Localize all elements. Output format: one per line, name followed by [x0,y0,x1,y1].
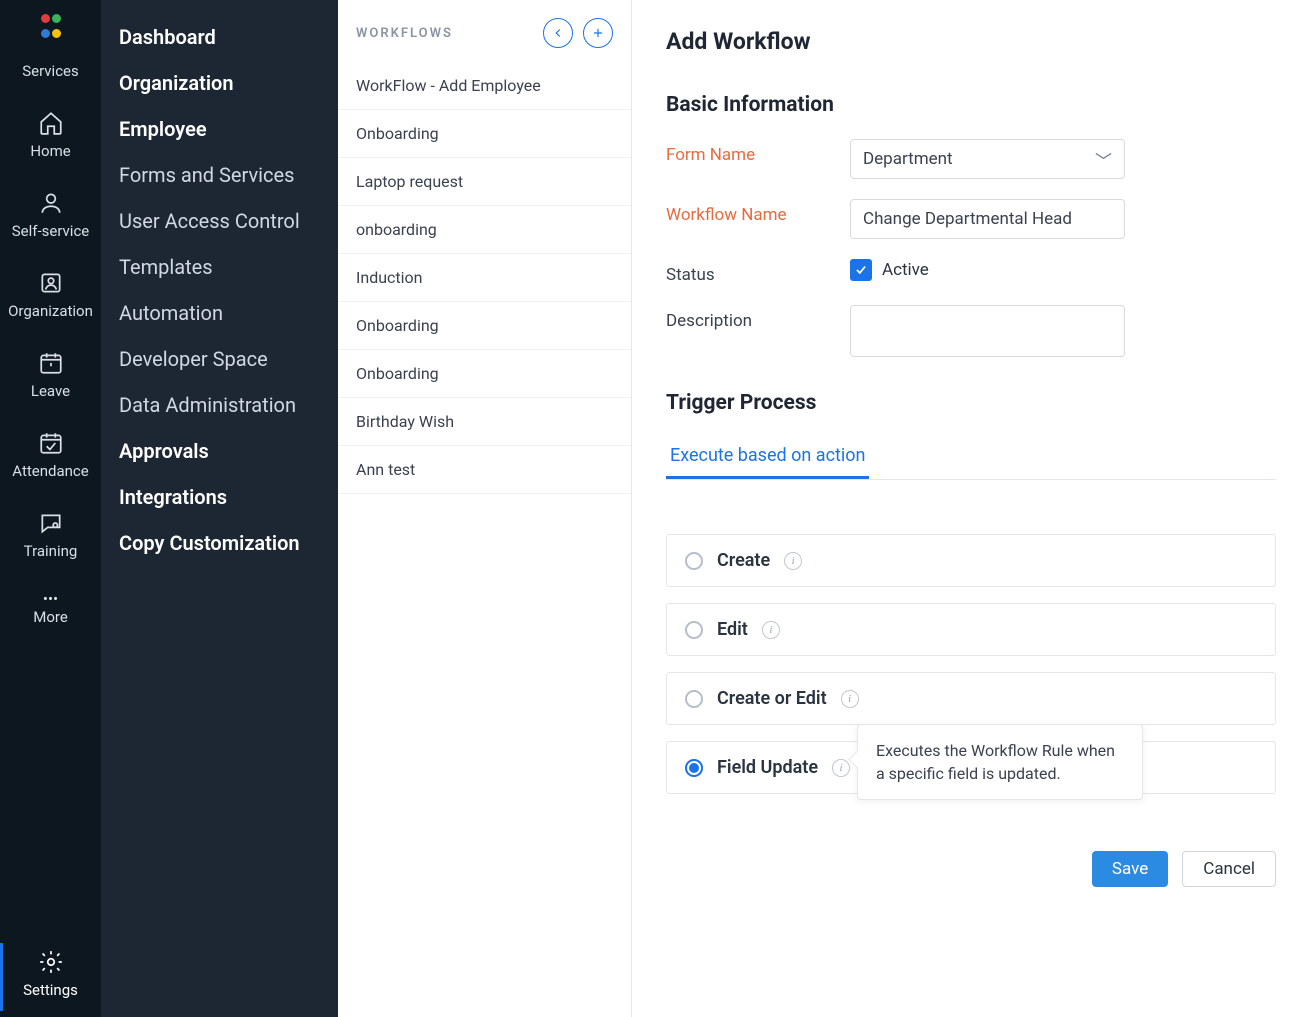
trigger-option-label: Field Update [717,757,818,778]
rail-label: Organization [8,302,93,320]
workflows-back-button[interactable] [543,18,573,48]
chat-icon [38,510,64,536]
person-icon [38,190,64,216]
settings-submenu: Dashboard Organization Employee Forms an… [101,0,338,1017]
rail-item-training[interactable]: Training [0,498,101,578]
app-logo-icon [37,14,65,42]
rail-item-attendance[interactable]: Attendance [0,418,101,498]
page-title: Add Workflow [666,28,1276,55]
submenu-item-employee[interactable]: Employee [101,106,338,152]
trigger-option-label: Create [717,550,770,571]
workflow-list-item[interactable]: Onboarding [338,110,631,158]
workflow-list-item[interactable]: Onboarding [338,302,631,350]
rail-label: More [33,608,68,626]
more-dots-icon: ••• [0,590,101,608]
rail-item-leave[interactable]: Leave [0,338,101,418]
rail-label: Attendance [12,462,88,480]
workflows-list-panel: WORKFLOWS WorkFlow - Add Employee Onboar… [338,0,632,1017]
trigger-option-create[interactable]: Create i [666,534,1276,587]
submenu-item-approvals[interactable]: Approvals [101,428,338,474]
workflows-add-button[interactable] [583,18,613,48]
submenu-item-automation[interactable]: Automation [101,290,338,336]
radio-icon [685,552,703,570]
radio-icon [685,621,703,639]
submenu-item-templates[interactable]: Templates [101,244,338,290]
tab-execute-on-action[interactable]: Execute based on action [666,437,869,479]
trigger-option-label: Create or Edit [717,688,827,709]
form-name-select[interactable]: Department ﹀ [850,139,1125,179]
rail-label: Leave [31,382,70,400]
trigger-option-label: Edit [717,619,748,640]
workflow-list-item[interactable]: Birthday Wish [338,398,631,446]
cancel-button[interactable]: Cancel [1182,851,1276,887]
info-icon[interactable]: i [841,690,859,708]
label-status: Status [666,259,850,285]
submenu-item-dashboard[interactable]: Dashboard [101,14,338,60]
rail-item-self-service[interactable]: Self-service [0,178,101,258]
rail-item-more[interactable]: ••• More [0,578,101,644]
rail-item-settings[interactable]: Settings [0,937,101,1017]
description-textarea[interactable] [850,305,1125,357]
check-icon [850,259,872,281]
form-name-value: Department [863,149,953,169]
rail-item-home[interactable]: Home [0,98,101,178]
label-workflow-name: Workflow Name [666,199,850,225]
workflow-list-item[interactable]: Induction [338,254,631,302]
submenu-item-integrations[interactable]: Integrations [101,474,338,520]
field-update-tooltip: Executes the Workflow Rule when a specif… [857,724,1143,800]
info-icon[interactable]: i [784,552,802,570]
submenu-item-copy-customization[interactable]: Copy Customization [101,520,338,566]
section-basic-heading: Basic Information [666,93,1276,117]
plus-icon [591,26,605,40]
home-icon [38,110,64,136]
radio-icon [685,759,703,777]
trigger-option-edit[interactable]: Edit i [666,603,1276,656]
save-button[interactable]: Save [1092,851,1168,887]
trigger-option-create-or-edit[interactable]: Create or Edit i [666,672,1276,725]
submenu-item-forms-services[interactable]: Forms and Services [101,152,338,198]
label-form-name: Form Name [666,139,850,165]
status-active-label: Active [882,260,929,280]
submenu-item-organization[interactable]: Organization [101,60,338,106]
calendar-alert-icon [38,350,64,376]
workflow-list-item[interactable]: Laptop request [338,158,631,206]
chevron-left-icon [551,26,565,40]
rail-label: Home [30,142,70,160]
rail-label: Training [24,542,78,560]
rail-item-organization[interactable]: Organization [0,258,101,338]
workflow-list-item[interactable]: onboarding [338,206,631,254]
rail-item-services[interactable]: Services [0,50,101,98]
rail-label: Settings [23,981,78,999]
workflow-list-item[interactable]: Onboarding [338,350,631,398]
nav-rail: Services Home Self-service Organization … [0,0,101,1017]
submenu-item-developer-space[interactable]: Developer Space [101,336,338,382]
submenu-item-user-access[interactable]: User Access Control [101,198,338,244]
info-icon[interactable]: i [762,621,780,639]
rail-label: Self-service [12,222,90,240]
workflow-list-item[interactable]: Ann test [338,446,631,494]
info-icon[interactable]: i [832,759,850,777]
workflow-name-input[interactable] [850,199,1125,239]
trigger-option-field-update[interactable]: Field Update i Executes the Workflow Rul… [666,741,1276,794]
workflow-form-panel: Add Workflow Basic Information Form Name… [632,0,1310,1017]
calendar-check-icon [38,430,64,456]
radio-icon [685,690,703,708]
submenu-item-data-admin[interactable]: Data Administration [101,382,338,428]
chevron-down-icon: ﹀ [1095,147,1112,172]
workflow-list-item[interactable]: WorkFlow - Add Employee [338,62,631,110]
section-trigger-heading: Trigger Process [666,391,1276,415]
rail-label: Services [22,62,79,80]
label-description: Description [666,305,850,331]
workflows-header: WORKFLOWS [356,26,453,41]
org-icon [38,270,64,296]
gear-icon [38,949,64,975]
status-active-checkbox[interactable]: Active [850,259,929,281]
